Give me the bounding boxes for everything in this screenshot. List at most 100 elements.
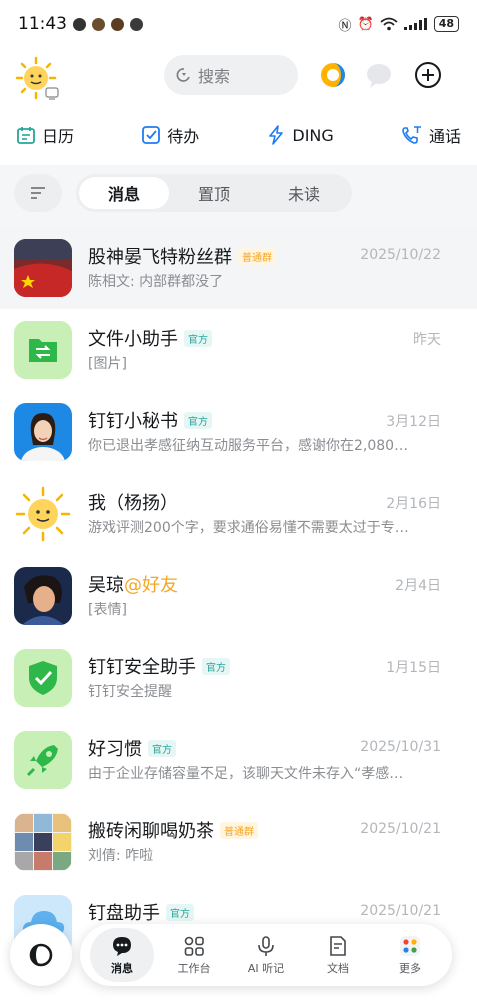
- alarm-icon: ⏰: [357, 16, 374, 32]
- tab-unread[interactable]: 未读: [259, 177, 349, 209]
- conversation-preview: [图片]: [88, 356, 127, 372]
- status-time: 11:43: [18, 14, 67, 34]
- conversation-row[interactable]: 搬砖闲聊喝奶茶 普通群 刘倩: 咋啦 2025/10/21: [0, 801, 477, 883]
- nav-messages-label: 消息: [111, 961, 133, 975]
- notification-icon: [111, 17, 124, 31]
- group-tag: 普通群: [220, 821, 258, 839]
- calendar-icon: [17, 127, 35, 144]
- file-helper-avatar: [14, 321, 72, 379]
- conversation-preview: 你已退出孝感征纳互动服务平台，感谢你在2,080…: [88, 438, 409, 454]
- nav-workbench[interactable]: 工作台: [162, 928, 226, 982]
- sun-icon: [15, 56, 59, 100]
- nav-workbench-label: 工作台: [177, 961, 211, 975]
- official-tag: 官方: [166, 903, 194, 921]
- conversation-title: 文件小助手: [88, 329, 178, 350]
- message-tabs: 消息 置顶 未读: [76, 174, 352, 212]
- conversation-title: 股神晏飞特粉丝群: [88, 247, 232, 268]
- search-placeholder: 搜索: [198, 67, 231, 86]
- friend-mention: @好友: [124, 575, 178, 596]
- bottom-navigation: 消息 工作台 AI 听记 文档 更多: [80, 924, 452, 986]
- secretary-avatar: [14, 403, 72, 461]
- conversation-preview: 游戏评测200个字，要求通俗易懂不需要太过于专…: [88, 520, 409, 536]
- nfc-icon: Ⓝ: [338, 18, 352, 34]
- security-avatar: [14, 649, 72, 707]
- conversation-row[interactable]: 文件小助手 官方 [图片] 昨天: [0, 309, 477, 391]
- quick-calendar-label: 日历: [42, 127, 75, 146]
- conversation-row[interactable]: 好习惯 官方 由于企业存储容量不足，该聊天文件未存入“孝感… 2025/10/3…: [0, 719, 477, 801]
- search-icon: [176, 68, 190, 82]
- conversation-row[interactable]: 股神晏飞特粉丝群 普通群 陈相文: 内部群都没了 2025/10/22: [0, 227, 477, 309]
- conversation-title-line: 搬砖闲聊喝奶茶 普通群: [88, 817, 258, 843]
- conversation-preview: 钉钉安全提醒: [88, 684, 172, 700]
- official-tag: 官方: [184, 411, 212, 429]
- habit-avatar: [14, 731, 72, 789]
- nav-docs[interactable]: 文档: [306, 928, 370, 982]
- tab-pinned[interactable]: 置顶: [169, 177, 259, 209]
- conversation-row[interactable]: 钉钉小秘书 官方 你已退出孝感征纳互动服务平台，感谢你在2,080… 3月12日: [0, 391, 477, 473]
- search-bar[interactable]: 搜索: [164, 55, 298, 95]
- app-header: 搜索: [0, 50, 477, 100]
- conversation-time: 1月15日: [386, 660, 441, 676]
- conversation-preview: [表情]: [88, 602, 127, 618]
- tab-messages[interactable]: 消息: [79, 177, 169, 209]
- conversation-title: 钉盘助手: [88, 903, 160, 924]
- conversation-time: 2月4日: [395, 578, 441, 594]
- conversation-title-line: 吴琼 @好友: [88, 571, 178, 597]
- conversation-title-line: 钉钉安全助手 官方: [88, 653, 230, 679]
- document-icon: [330, 935, 346, 956]
- conversation-time: 2025/10/21: [360, 903, 441, 919]
- user-avatar[interactable]: [14, 56, 60, 100]
- status-left: 11:43: [18, 14, 143, 34]
- conversation-preview: 由于企业存储容量不足，该聊天文件未存入“孝感…: [88, 766, 404, 782]
- conversation-time: 昨天: [413, 332, 441, 348]
- conversation-row[interactable]: 我（杨扬） 游戏评测200个字，要求通俗易懂不需要太过于专… 2月16日: [0, 473, 477, 555]
- status-right: Ⓝ ⏰ 48: [338, 15, 459, 34]
- more-apps-icon: [400, 935, 420, 956]
- grid-icon: [184, 936, 204, 956]
- quick-switch-button[interactable]: [10, 924, 72, 986]
- contact-avatar: [14, 567, 72, 625]
- microphone-icon: [258, 935, 274, 956]
- battery-indicator: 48: [433, 16, 459, 32]
- notification-icon: [92, 17, 105, 31]
- chat-icon: [113, 936, 131, 956]
- add-icon[interactable]: [413, 60, 443, 90]
- refresh-icon: [29, 943, 53, 967]
- conversation-preview: 陈相文: 内部群都没了: [88, 274, 224, 290]
- conversation-row[interactable]: 钉钉安全助手 官方 钉钉安全提醒 1月15日: [0, 637, 477, 719]
- chat-bubble-icon[interactable]: [364, 60, 394, 90]
- filter-icon: [31, 187, 45, 199]
- quick-ding-label: DING: [292, 125, 334, 145]
- filter-button[interactable]: [14, 174, 62, 212]
- notification-icon: [73, 17, 86, 31]
- conversation-title-line: 文件小助手 官方: [88, 325, 212, 351]
- group-tag: 普通群: [238, 247, 276, 265]
- conversation-time: 2月16日: [386, 496, 441, 512]
- nav-messages[interactable]: 消息: [90, 928, 154, 982]
- sun-icon: [15, 486, 71, 542]
- conversation-preview: 刘倩: 咋啦: [88, 848, 154, 864]
- quick-ding[interactable]: DING: [266, 125, 334, 145]
- wifi-icon: [380, 17, 398, 31]
- quick-todo[interactable]: 待办: [141, 123, 199, 147]
- conversation-time: 2025/10/31: [360, 739, 441, 755]
- conversation-title: 我（杨扬）: [88, 493, 178, 514]
- phone-icon: [402, 126, 421, 144]
- ai-assistant-icon[interactable]: [318, 60, 348, 90]
- nav-ai-notes[interactable]: AI 听记: [234, 928, 298, 982]
- conversation-title: 吴琼: [88, 575, 124, 596]
- conversation-title: 搬砖闲聊喝奶茶: [88, 821, 214, 842]
- group-avatar: [14, 813, 72, 871]
- conversation-time: 2025/10/21: [360, 821, 441, 837]
- conversation-title-line: 我（杨扬）: [88, 489, 178, 515]
- nav-more[interactable]: 更多: [378, 928, 442, 982]
- status-bar: 11:43 Ⓝ ⏰ 48: [0, 0, 477, 48]
- quick-call[interactable]: 通话: [401, 123, 461, 147]
- self-avatar: [14, 485, 72, 543]
- conversation-time: 3月12日: [386, 414, 441, 430]
- official-tag: 官方: [184, 329, 212, 347]
- quick-calendar[interactable]: 日历: [16, 123, 74, 147]
- app-page: 11:43 Ⓝ ⏰ 48 搜索 日历 待办 DING 通话 消息 置顶 未读 股…: [0, 0, 477, 1000]
- quick-call-label: 通话: [428, 127, 461, 146]
- conversation-row[interactable]: 吴琼 @好友 [表情] 2月4日: [0, 555, 477, 637]
